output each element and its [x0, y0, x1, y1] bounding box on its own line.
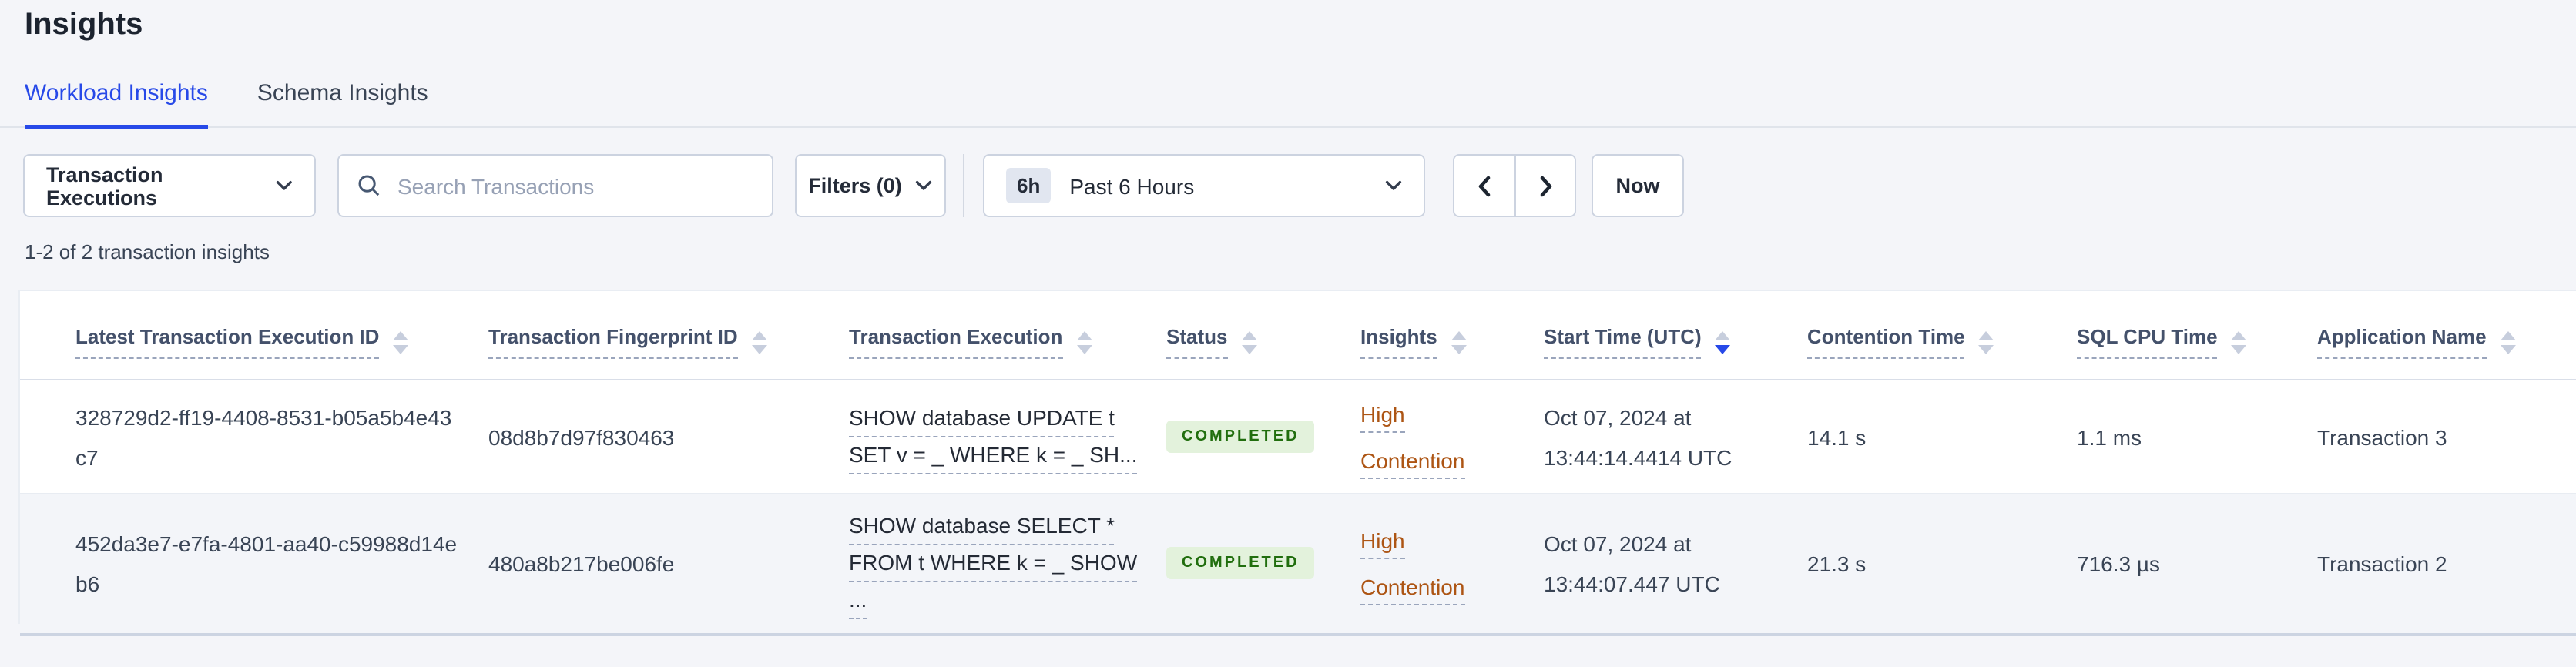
cell-sql-cpu-time: 1.1 ms: [2077, 380, 2317, 494]
statement-link[interactable]: FROM t WHERE k = _ SHOW: [849, 550, 1138, 583]
sort-icon: [393, 330, 409, 354]
search-box[interactable]: [337, 154, 773, 217]
filters-button[interactable]: Filters (0): [795, 154, 946, 217]
column-header-insights[interactable]: Insights: [1360, 291, 1544, 380]
cell-status: COMPLETED: [1166, 494, 1360, 635]
cell-latest-execution-id: 328729d2-ff19-4408-8531-b05a5b4e43c7: [20, 380, 488, 494]
search-icon: [358, 175, 380, 196]
sort-icon: [2500, 330, 2516, 354]
now-button[interactable]: Now: [1592, 154, 1684, 217]
column-header-contention-time[interactable]: Contention Time: [1807, 291, 2077, 380]
sort-icon: [1241, 330, 1257, 354]
cell-status: COMPLETED: [1166, 380, 1360, 494]
now-button-label: Now: [1615, 174, 1660, 197]
sort-icon: [1076, 330, 1092, 354]
statement-link[interactable]: SHOW database UPDATE t: [849, 405, 1115, 437]
insight-type-dropdown[interactable]: Transaction Executions: [23, 154, 316, 217]
page-title: Insights: [25, 8, 143, 42]
cell-contention-time: 14.1 s: [1807, 380, 2077, 494]
time-range-dropdown[interactable]: 6h Past 6 Hours: [983, 154, 1425, 217]
tab-bar: Workload Insights Schema Insights: [0, 82, 2576, 129]
tab-schema-insights[interactable]: Schema Insights: [257, 82, 428, 129]
sort-icon: [2231, 330, 2247, 354]
cell-application-name: Transaction 2: [2317, 494, 2576, 635]
statement-link[interactable]: SET v = _ WHERE k = _ SH...: [849, 442, 1138, 474]
column-header-transaction-fingerprint-id[interactable]: Transaction Fingerprint ID: [488, 291, 849, 380]
toolbar: Transaction Executions Filters (0) 6h Pa…: [23, 154, 2576, 217]
time-range-label: Past 6 Hours: [1069, 173, 1195, 198]
filters-button-label: Filters (0): [808, 174, 902, 197]
table-row: 328729d2-ff19-4408-8531-b05a5b4e43c7 08d…: [20, 380, 2576, 494]
insight-type-dropdown-label: Transaction Executions: [46, 163, 163, 209]
cell-transaction-execution: SHOW database UPDATE t SET v = _ WHERE k…: [849, 380, 1166, 494]
column-header-transaction-execution[interactable]: Transaction Execution: [849, 291, 1166, 380]
statement-link[interactable]: ...: [849, 587, 867, 620]
insights-table-panel: Latest Transaction Execution ID Transact…: [18, 290, 2576, 635]
cell-latest-execution-id: 452da3e7-e7fa-4801-aa40-c59988d14eb6: [20, 494, 488, 635]
chevron-down-icon: [916, 180, 932, 190]
statement-link[interactable]: SHOW database SELECT *: [849, 513, 1115, 546]
sort-icon: [751, 330, 767, 354]
cell-application-name: Transaction 3: [2317, 380, 2576, 494]
chevron-down-icon: [277, 180, 293, 190]
column-header-start-time[interactable]: Start Time (UTC): [1544, 291, 1807, 380]
cell-sql-cpu-time: 716.3 µs: [2077, 494, 2317, 635]
cell-fingerprint-id: 08d8b7d97f830463: [488, 380, 849, 494]
insight-link[interactable]: High Contention: [1360, 401, 1465, 478]
next-time-range-button[interactable]: [1514, 156, 1575, 216]
tab-workload-insights[interactable]: Workload Insights: [25, 82, 208, 129]
cell-transaction-execution: SHOW database SELECT * FROM t WHERE k = …: [849, 494, 1166, 635]
insights-page: Insights Workload Insights Schema Insigh…: [0, 8, 2576, 667]
chevron-down-icon: [1385, 180, 1402, 190]
status-badge: COMPLETED: [1166, 421, 1315, 453]
sort-icon: [1451, 330, 1467, 354]
cell-insights: High Contention: [1360, 380, 1544, 494]
time-range-step-group: [1453, 154, 1576, 217]
cell-start-time: Oct 07, 2024 at 13:44:14.4414 UTC: [1544, 380, 1807, 494]
column-header-latest-transaction-execution-id[interactable]: Latest Transaction Execution ID: [20, 291, 488, 380]
column-header-sql-cpu-time[interactable]: SQL CPU Time: [2077, 291, 2317, 380]
column-header-application-name[interactable]: Application Name: [2317, 291, 2576, 380]
cell-contention-time: 21.3 s: [1807, 494, 2077, 635]
table-row: 452da3e7-e7fa-4801-aa40-c59988d14eb6 480…: [20, 494, 2576, 635]
previous-time-range-button[interactable]: [1454, 156, 1514, 216]
table-header-row: Latest Transaction Execution ID Transact…: [20, 291, 2576, 380]
insight-link[interactable]: High Contention: [1360, 528, 1465, 605]
chevron-right-icon: [1539, 175, 1551, 196]
insights-table: Latest Transaction Execution ID Transact…: [20, 291, 2576, 635]
sort-icon: [1978, 330, 1994, 354]
results-count: 1-2 of 2 transaction insights: [25, 240, 270, 263]
cell-insights: High Contention: [1360, 494, 1544, 635]
cell-start-time: Oct 07, 2024 at 13:44:07.447 UTC: [1544, 494, 1807, 635]
chevron-left-icon: [1478, 175, 1491, 196]
sort-icon: [1715, 330, 1731, 354]
cell-fingerprint-id: 480a8b217be006fe: [488, 494, 849, 635]
status-badge: COMPLETED: [1166, 547, 1315, 580]
time-range-badge: 6h: [1006, 168, 1052, 203]
search-input[interactable]: [394, 172, 753, 199]
toolbar-divider: [963, 154, 964, 217]
column-header-status[interactable]: Status: [1166, 291, 1360, 380]
